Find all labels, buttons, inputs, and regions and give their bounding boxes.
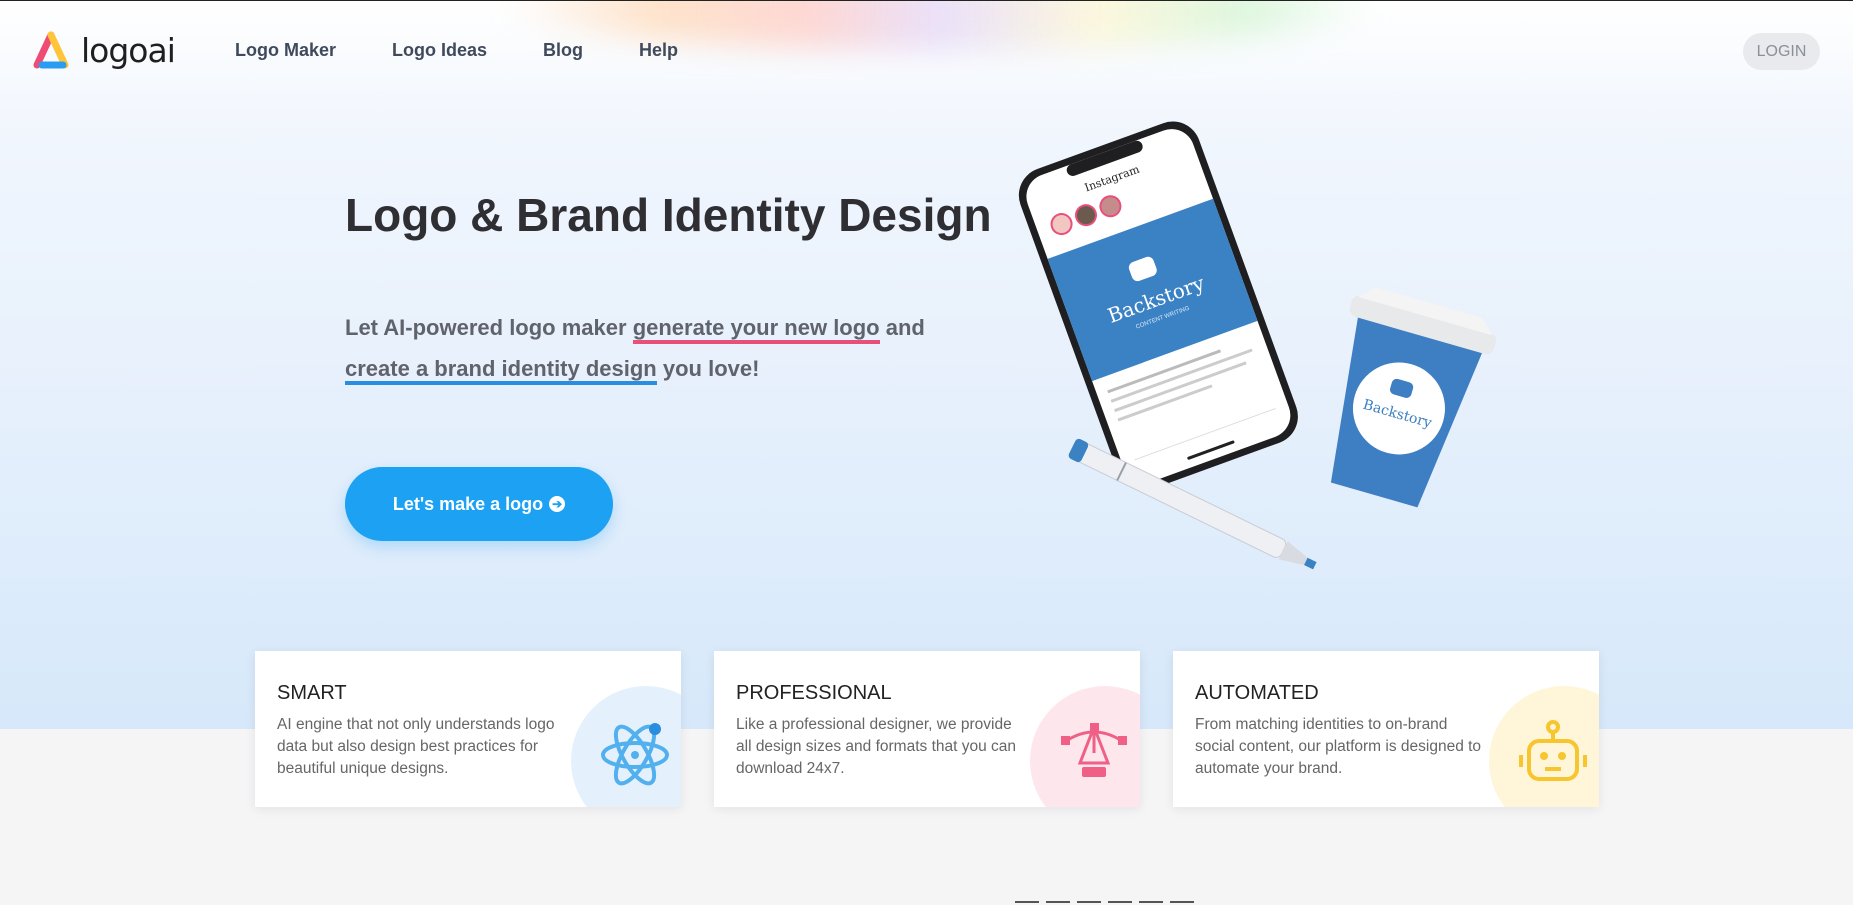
brand-mockup-illustration: Instagram Backstory CONTENT WRITING Back… — [1018, 121, 1497, 570]
feature-title: AUTOMATED — [1195, 682, 1319, 704]
hero-subtitle-part: you love! — [656, 356, 760, 381]
feature-card-professional: PROFESSIONAL Like a professional designe… — [714, 651, 1140, 807]
nav-logo-ideas[interactable]: Logo Ideas — [392, 40, 487, 61]
hero-title: Logo & Brand Identity Design — [345, 189, 992, 241]
top-border — [0, 0, 1853, 1]
feature-description: From matching identities to on-brand soc… — [1195, 716, 1482, 777]
nav-help[interactable]: Help — [639, 40, 678, 61]
login-button[interactable]: LOGIN — [1743, 33, 1820, 70]
make-logo-label: Let's make a logo — [392, 493, 544, 514]
brand-logo[interactable]: logoai — [33, 27, 176, 73]
hero-subtitle-part: Let AI-powered logo maker — [345, 315, 633, 340]
feature-description: AI engine that not only understands logo… — [277, 716, 555, 777]
feature-title: SMART — [277, 682, 347, 704]
coffee-cup: Backstory — [1330, 287, 1497, 508]
arrow-circle-right-icon: ➔ — [549, 496, 566, 512]
feature-card-smart: SMART AI engine that not only understand… — [255, 651, 681, 807]
hero-subtitle-part: and — [879, 315, 925, 340]
logo-mark-icon — [33, 31, 69, 69]
feature-card-automated: AUTOMATED From matching identities to on… — [1173, 651, 1599, 807]
feature-description: Like a professional designer, we provide… — [736, 716, 1017, 777]
bottom-partial-content — [1015, 901, 1194, 903]
highlight-brand-identity: create a brand identity design — [345, 356, 657, 385]
nav-logo-maker[interactable]: Logo Maker — [235, 40, 336, 61]
phone-mockup: Instagram Backstory CONTENT WRITING — [1018, 121, 1298, 491]
highlight-generate: generate your new logo — [632, 315, 880, 344]
pen-tool-icon — [1061, 722, 1127, 777]
robot-icon — [1519, 720, 1587, 781]
brand-name: logoai — [81, 30, 176, 70]
feature-title: PROFESSIONAL — [736, 682, 892, 704]
main-nav: Logo Maker Logo Ideas Blog Help — [235, 40, 678, 61]
atom-icon — [601, 723, 669, 786]
make-logo-button[interactable]: Let's make a logo ➔ — [345, 467, 613, 541]
hero-subtitle: Let AI-powered logo maker generate your … — [345, 307, 985, 389]
nav-blog[interactable]: Blog — [543, 40, 583, 61]
